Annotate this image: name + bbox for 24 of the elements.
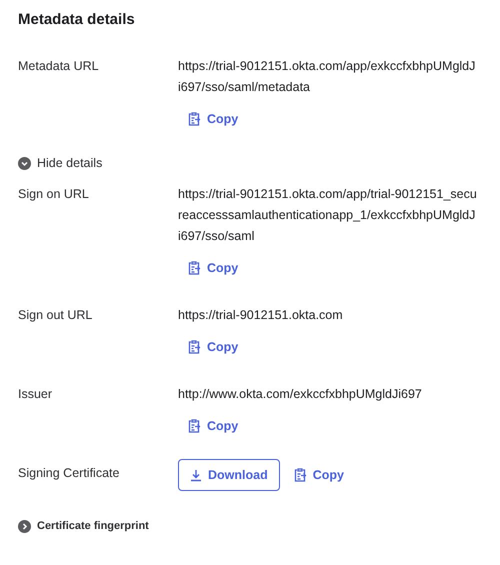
clipboard-icon [188,261,201,275]
section-title: Metadata details [18,10,136,30]
url-value: https://trial-9012151.okta.com [178,307,343,324]
field-label: Metadata URL [18,58,100,75]
download-button[interactable]: Download [178,459,280,491]
details-toggle[interactable]: Certificate fingerprint [18,517,149,535]
clipboard-icon [294,468,307,482]
field-label: Sign out URL [18,307,94,324]
copy-button[interactable]: Copy [294,466,344,484]
copy-button[interactable]: Copy [188,110,238,128]
copy-button[interactable]: Copy [188,417,238,435]
field-label: Sign on URL [18,186,90,203]
field-label: Signing Certificate [18,465,120,482]
details-toggle[interactable]: Hide details [18,154,102,172]
url-value: https://trial-9012151.okta.com/app/trial-9012151_secureaccesssamlauthenticationapp_1/exkccfxbhpUMgldJi697/sso/saml [178,186,478,245]
clipboard-icon [188,340,201,354]
clipboard-icon [188,112,201,126]
copy-button[interactable]: Copy [188,259,238,277]
download-icon [190,468,202,482]
copy-button[interactable]: Copy [188,338,238,356]
clipboard-icon [188,419,201,433]
field-label: Issuer [18,386,54,403]
url-value: http://www.okta.com/exkccfxbhpUMgldJi697 [178,386,422,403]
url-value: https://trial-9012151.okta.com/app/exkccfxbhpUMgldJi697/sso/saml/metadata [178,58,476,96]
